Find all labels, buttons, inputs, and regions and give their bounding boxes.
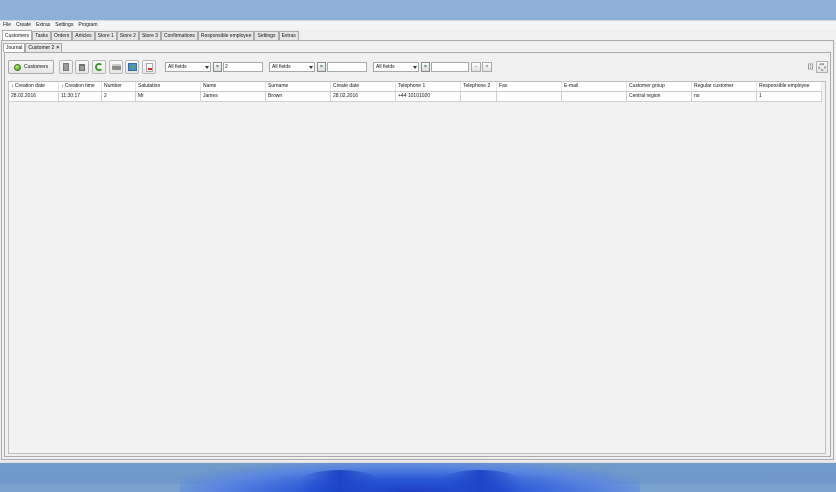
table-cell[interactable]: 2 [102,92,136,101]
filter-3-field-label: All fields [376,64,395,70]
table-cell[interactable]: 28.02.2016 [331,92,396,101]
filter-2-field-label: All fields [272,64,291,70]
pin-icon[interactable]: [¦] [808,64,813,70]
table-cell[interactable] [461,92,497,101]
export-icon [127,63,137,71]
export-button[interactable] [125,60,139,74]
green-circle-icon [14,63,21,71]
tab-responsible-employee[interactable]: Responsible employee [197,31,255,40]
column-header[interactable]: Number [102,82,136,91]
subtab-customer-2[interactable]: Customer 2 × [25,43,63,52]
table-header: ↓ Creation date ↓ Creation time Number S… [9,82,822,92]
table-cell[interactable]: James [201,92,266,101]
wallpaper-bloom [180,462,640,492]
customer-table: ↓ Creation date ↓ Creation time Number S… [8,81,826,454]
column-header[interactable]: Responsible employee [757,82,822,91]
table-cell[interactable]: Central region [627,92,692,101]
filter-1-field-select[interactable]: All fields [165,62,211,72]
menu-create[interactable]: Create [15,21,32,29]
tab-store-2[interactable]: Store 2 [116,31,139,40]
filter-remove-button[interactable]: − [471,62,481,72]
customers-button-label: Customers [24,64,49,70]
menu-bar: File Create Extras Settings Program [0,21,836,29]
subtab-customer-2-label: Customer 2 [28,45,55,51]
subtab-journal-label: Journal [6,45,23,51]
settings-button[interactable] [816,61,828,73]
tab-orders[interactable]: Orders [50,31,73,40]
column-header[interactable]: E-mail [562,82,627,91]
trash-icon [79,63,85,71]
refresh-icon [95,63,103,71]
filter-1-operator-button[interactable]: = [213,62,222,72]
table-cell[interactable] [562,92,627,101]
column-header[interactable]: Fax [497,82,562,91]
menu-file[interactable]: File [2,21,12,29]
filter-3-operator-button[interactable]: = [421,62,430,72]
close-icon[interactable]: × [56,44,59,52]
print-button[interactable] [109,60,123,74]
new-record-button[interactable] [59,60,73,74]
sub-tabs: Journal Customer 2 × [3,43,63,52]
filter-2-value-input[interactable] [327,62,367,72]
filter-3-value-input[interactable] [431,62,469,72]
menu-extras[interactable]: Extras [35,21,51,29]
tab-confirmations[interactable]: Confirmations [161,31,198,40]
column-header[interactable]: ↓ Creation date [9,82,59,91]
delete-button[interactable] [75,60,89,74]
main-tabs: Customers Tasks Orders Articles Store 1 … [2,30,299,40]
column-header[interactable]: Surname [266,82,331,91]
table-cell[interactable]: +44 10101020 [396,92,461,101]
filter-2-field-select[interactable]: All fields [269,62,315,72]
chevron-down-icon [309,66,313,69]
gear-icon [818,63,826,71]
refresh-button[interactable] [92,60,106,74]
column-header[interactable]: ↓ Creation time [59,82,102,91]
customers-panel: Journal Customer 2 × Customers All field… [1,40,834,460]
print-icon [111,64,121,70]
filter-3-field-select[interactable]: All fields [373,62,419,72]
tab-tasks[interactable]: Tasks [32,31,51,40]
toolbar: Customers All fields = 2 All fields = Al… [8,60,828,76]
menu-settings[interactable]: Settings [54,21,74,29]
filter-clear-button[interactable]: × [482,62,492,72]
table-row[interactable]: 28.02.2016 11:30:17 2 Mr James Brown 28.… [9,92,822,102]
filter-1-value-input[interactable]: 2 [223,62,263,72]
tab-articles[interactable]: Articles [72,31,95,40]
table-cell[interactable]: 28.02.2016 [9,92,59,101]
filter-1-field-label: All fields [168,64,187,70]
table-cell[interactable]: 1 [757,92,822,101]
journal-panel: Customers All fields = 2 All fields = Al… [4,52,831,457]
table-cell[interactable]: Brown [266,92,331,101]
chevron-down-icon [413,66,417,69]
tab-extras[interactable]: Extras [278,31,299,40]
tab-settings[interactable]: Settings [254,31,279,40]
menu-program[interactable]: Program [77,21,98,29]
column-header[interactable]: Create date [331,82,396,91]
column-header[interactable]: Name [201,82,266,91]
table-cell[interactable]: 11:30:17 [59,92,102,101]
column-header[interactable]: Telephone 1 [396,82,461,91]
chevron-down-icon [205,66,209,69]
column-header[interactable]: Customer group [627,82,692,91]
tab-customers[interactable]: Customers [2,30,33,40]
table-cell[interactable]: Mr [136,92,201,101]
table-cell[interactable]: no [692,92,757,101]
column-header[interactable]: Telephone 2 [461,82,497,91]
customers-button[interactable]: Customers [8,60,54,74]
subtab-journal[interactable]: Journal [3,43,26,52]
pdf-button[interactable] [142,60,156,74]
tab-store-3[interactable]: Store 3 [138,31,162,40]
column-header[interactable]: Salutation [136,82,201,91]
app-window: File Create Extras Settings Program Cust… [0,20,836,463]
tab-store-1[interactable]: Store 1 [94,31,117,40]
filter-2-operator-button[interactable]: = [317,62,326,72]
table-cell[interactable] [497,92,562,101]
status-bar [0,461,836,463]
pdf-icon [145,62,153,72]
new-sheet-icon [63,63,69,71]
column-header[interactable]: Regular customer [692,82,757,91]
